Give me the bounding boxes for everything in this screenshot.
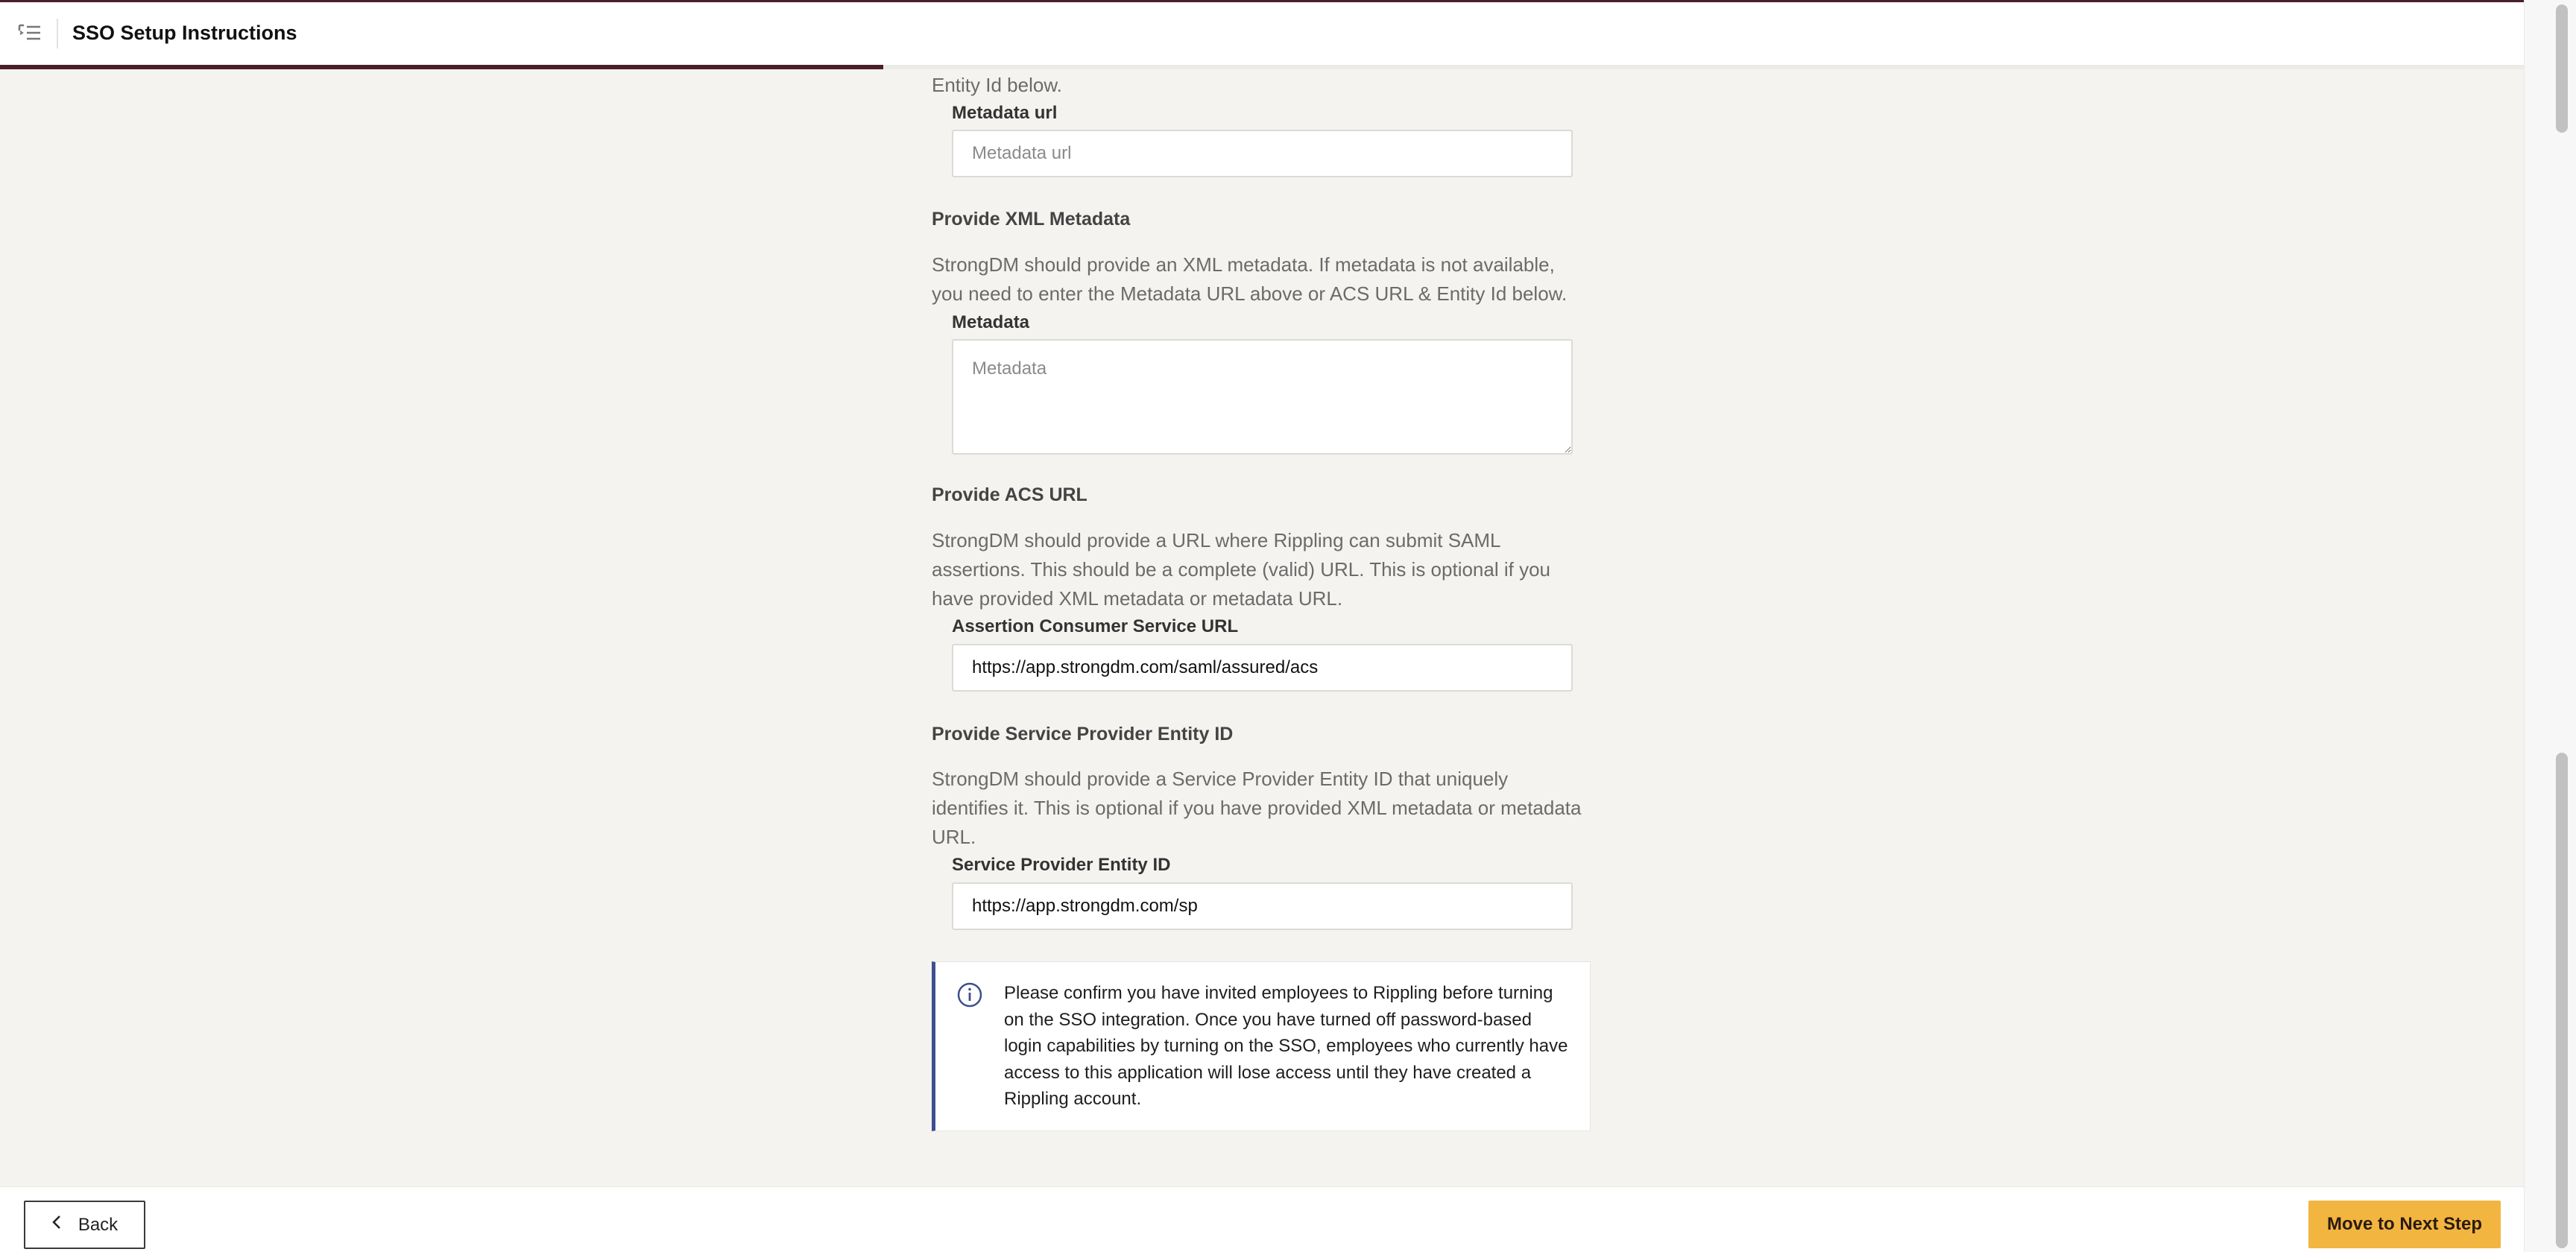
- scrollbar-thumb-outer[interactable]: [2556, 4, 2568, 133]
- acs-url-title: Provide ACS URL: [932, 484, 1087, 505]
- header-divider: [57, 19, 58, 48]
- page-title: SSO Setup Instructions: [72, 22, 297, 44]
- list-menu-icon[interactable]: [18, 23, 42, 42]
- intro-text-tail: Entity Id below.: [932, 74, 1062, 96]
- acs-url-label: Assertion Consumer Service URL: [952, 616, 1239, 636]
- metadata-url-input[interactable]: [952, 130, 1573, 177]
- entity-id-input[interactable]: [952, 882, 1573, 930]
- xml-metadata-title: Provide XML Metadata: [932, 209, 1131, 230]
- info-notice: Please confirm you have invited employee…: [932, 961, 1591, 1131]
- scrollbar[interactable]: [2524, 0, 2576, 1252]
- back-button[interactable]: Back: [24, 1201, 145, 1249]
- scrollbar-thumb[interactable]: [2556, 753, 2568, 1248]
- xml-metadata-description: StrongDM should provide an XML metadata.…: [932, 253, 1568, 305]
- info-notice-text: Please confirm you have invited employee…: [1004, 983, 1568, 1109]
- chevron-left-icon: [51, 1214, 62, 1236]
- acs-url-input[interactable]: [952, 644, 1573, 692]
- back-button-label: Back: [78, 1214, 119, 1235]
- metadata-label: Metadata: [952, 312, 1030, 332]
- info-circle-icon: [956, 981, 983, 1008]
- metadata-textarea[interactable]: [952, 339, 1573, 455]
- metadata-url-label: Metadata url: [952, 103, 1058, 123]
- entity-id-description: StrongDM should provide a Service Provid…: [932, 768, 1582, 848]
- next-step-button[interactable]: Move to Next Step: [2308, 1201, 2501, 1248]
- entity-id-title: Provide Service Provider Entity ID: [932, 724, 1234, 744]
- top-header: SSO Setup Instructions: [0, 0, 2524, 69]
- acs-url-description: StrongDM should provide a URL where Ripp…: [932, 529, 1550, 610]
- progress-bar: [0, 65, 2524, 69]
- footer-bar: Back Move to Next Step: [0, 1186, 2524, 1252]
- progress-bar-fill: [0, 65, 884, 69]
- entity-id-label: Service Provider Entity ID: [952, 855, 1171, 875]
